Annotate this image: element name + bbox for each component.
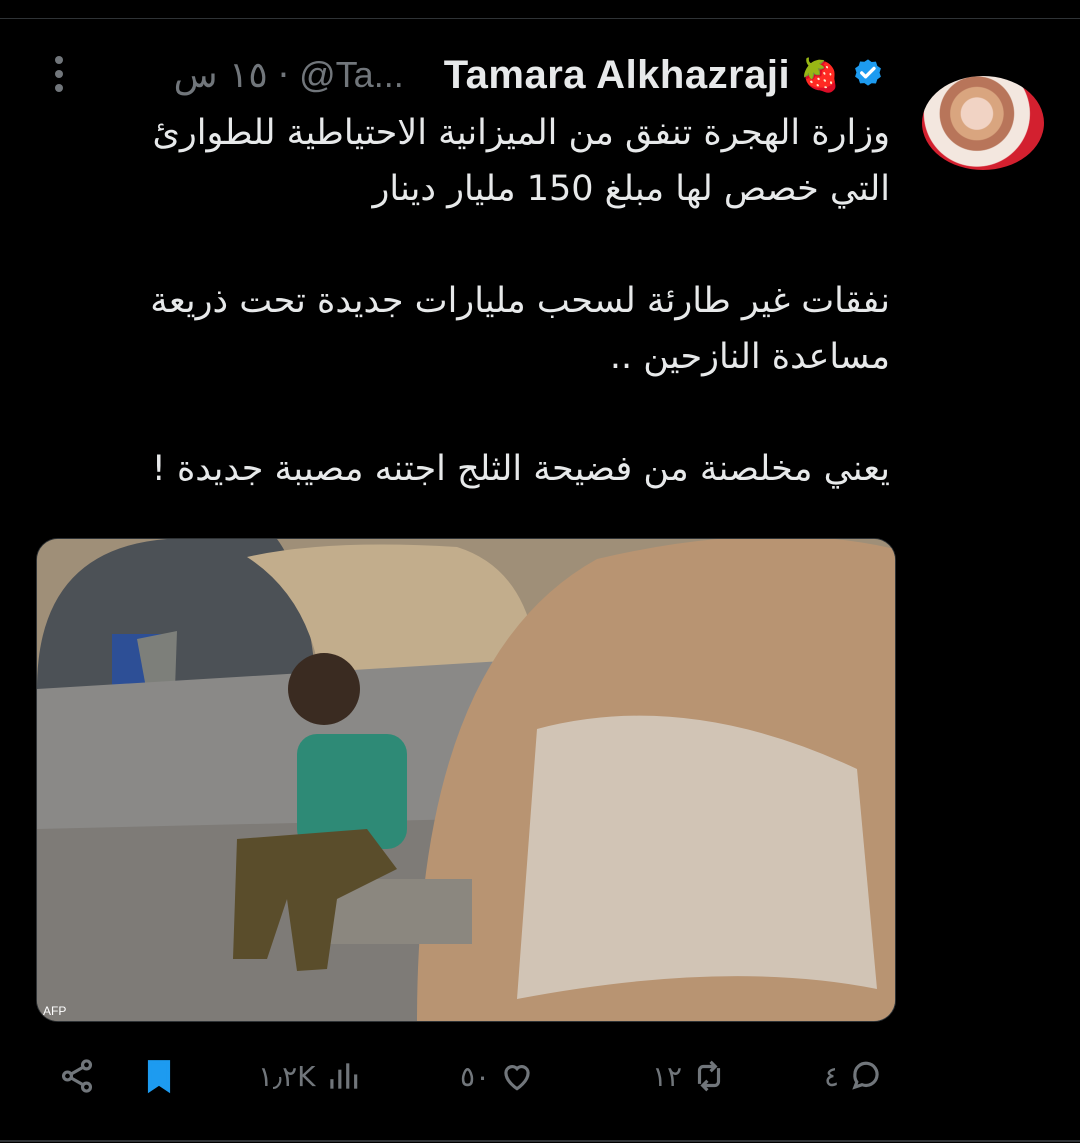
user-handle[interactable]: @Ta...	[299, 54, 404, 96]
analytics-icon	[329, 1063, 357, 1089]
strawberry-emoji: 🍓	[800, 56, 840, 94]
like-button[interactable]: ٥٠	[460, 1045, 536, 1107]
reply-count: ٤	[824, 1059, 840, 1093]
tweet-time[interactable]: ١٥ س	[174, 55, 268, 96]
refugee-camp-photo: AFP	[37, 539, 895, 1021]
avatar[interactable]	[922, 76, 1044, 170]
more-options-icon[interactable]	[48, 56, 70, 92]
like-count: ٥٠	[460, 1059, 491, 1093]
display-name[interactable]: Tamara Alkhazraji	[444, 53, 790, 98]
share-button[interactable]	[58, 1045, 96, 1107]
media-credit: AFP	[43, 1004, 66, 1018]
tweet-actions: ٤ ١٢ ٥٠ ١٫٢K	[0, 1045, 1080, 1107]
reply-button[interactable]: ٤	[824, 1045, 885, 1107]
retweet-button[interactable]: ١٢	[652, 1045, 728, 1107]
tweet-media-image[interactable]: AFP	[36, 538, 896, 1022]
tweet-text: وزارة الهجرة تنفق من الميزانية الاحتياطي…	[150, 113, 890, 489]
tweet-header: ١٥ س · @Ta... Tamara Alkhazraji 🍓	[174, 50, 886, 100]
share-icon	[61, 1059, 93, 1093]
retweet-icon	[697, 1060, 721, 1092]
bottom-divider	[0, 1140, 1080, 1142]
heart-icon	[504, 1065, 530, 1091]
top-divider	[0, 18, 1080, 19]
retweet-count: ١٢	[652, 1059, 683, 1093]
views-count: ١٫٢K	[258, 1059, 316, 1093]
reply-icon	[852, 1061, 879, 1090]
verified-badge-icon	[855, 59, 881, 86]
header-separator: ·	[277, 54, 290, 96]
bookmark-button[interactable]	[140, 1045, 178, 1107]
bookmark-icon	[147, 1060, 171, 1094]
views-button[interactable]: ١٫٢K	[258, 1045, 362, 1107]
